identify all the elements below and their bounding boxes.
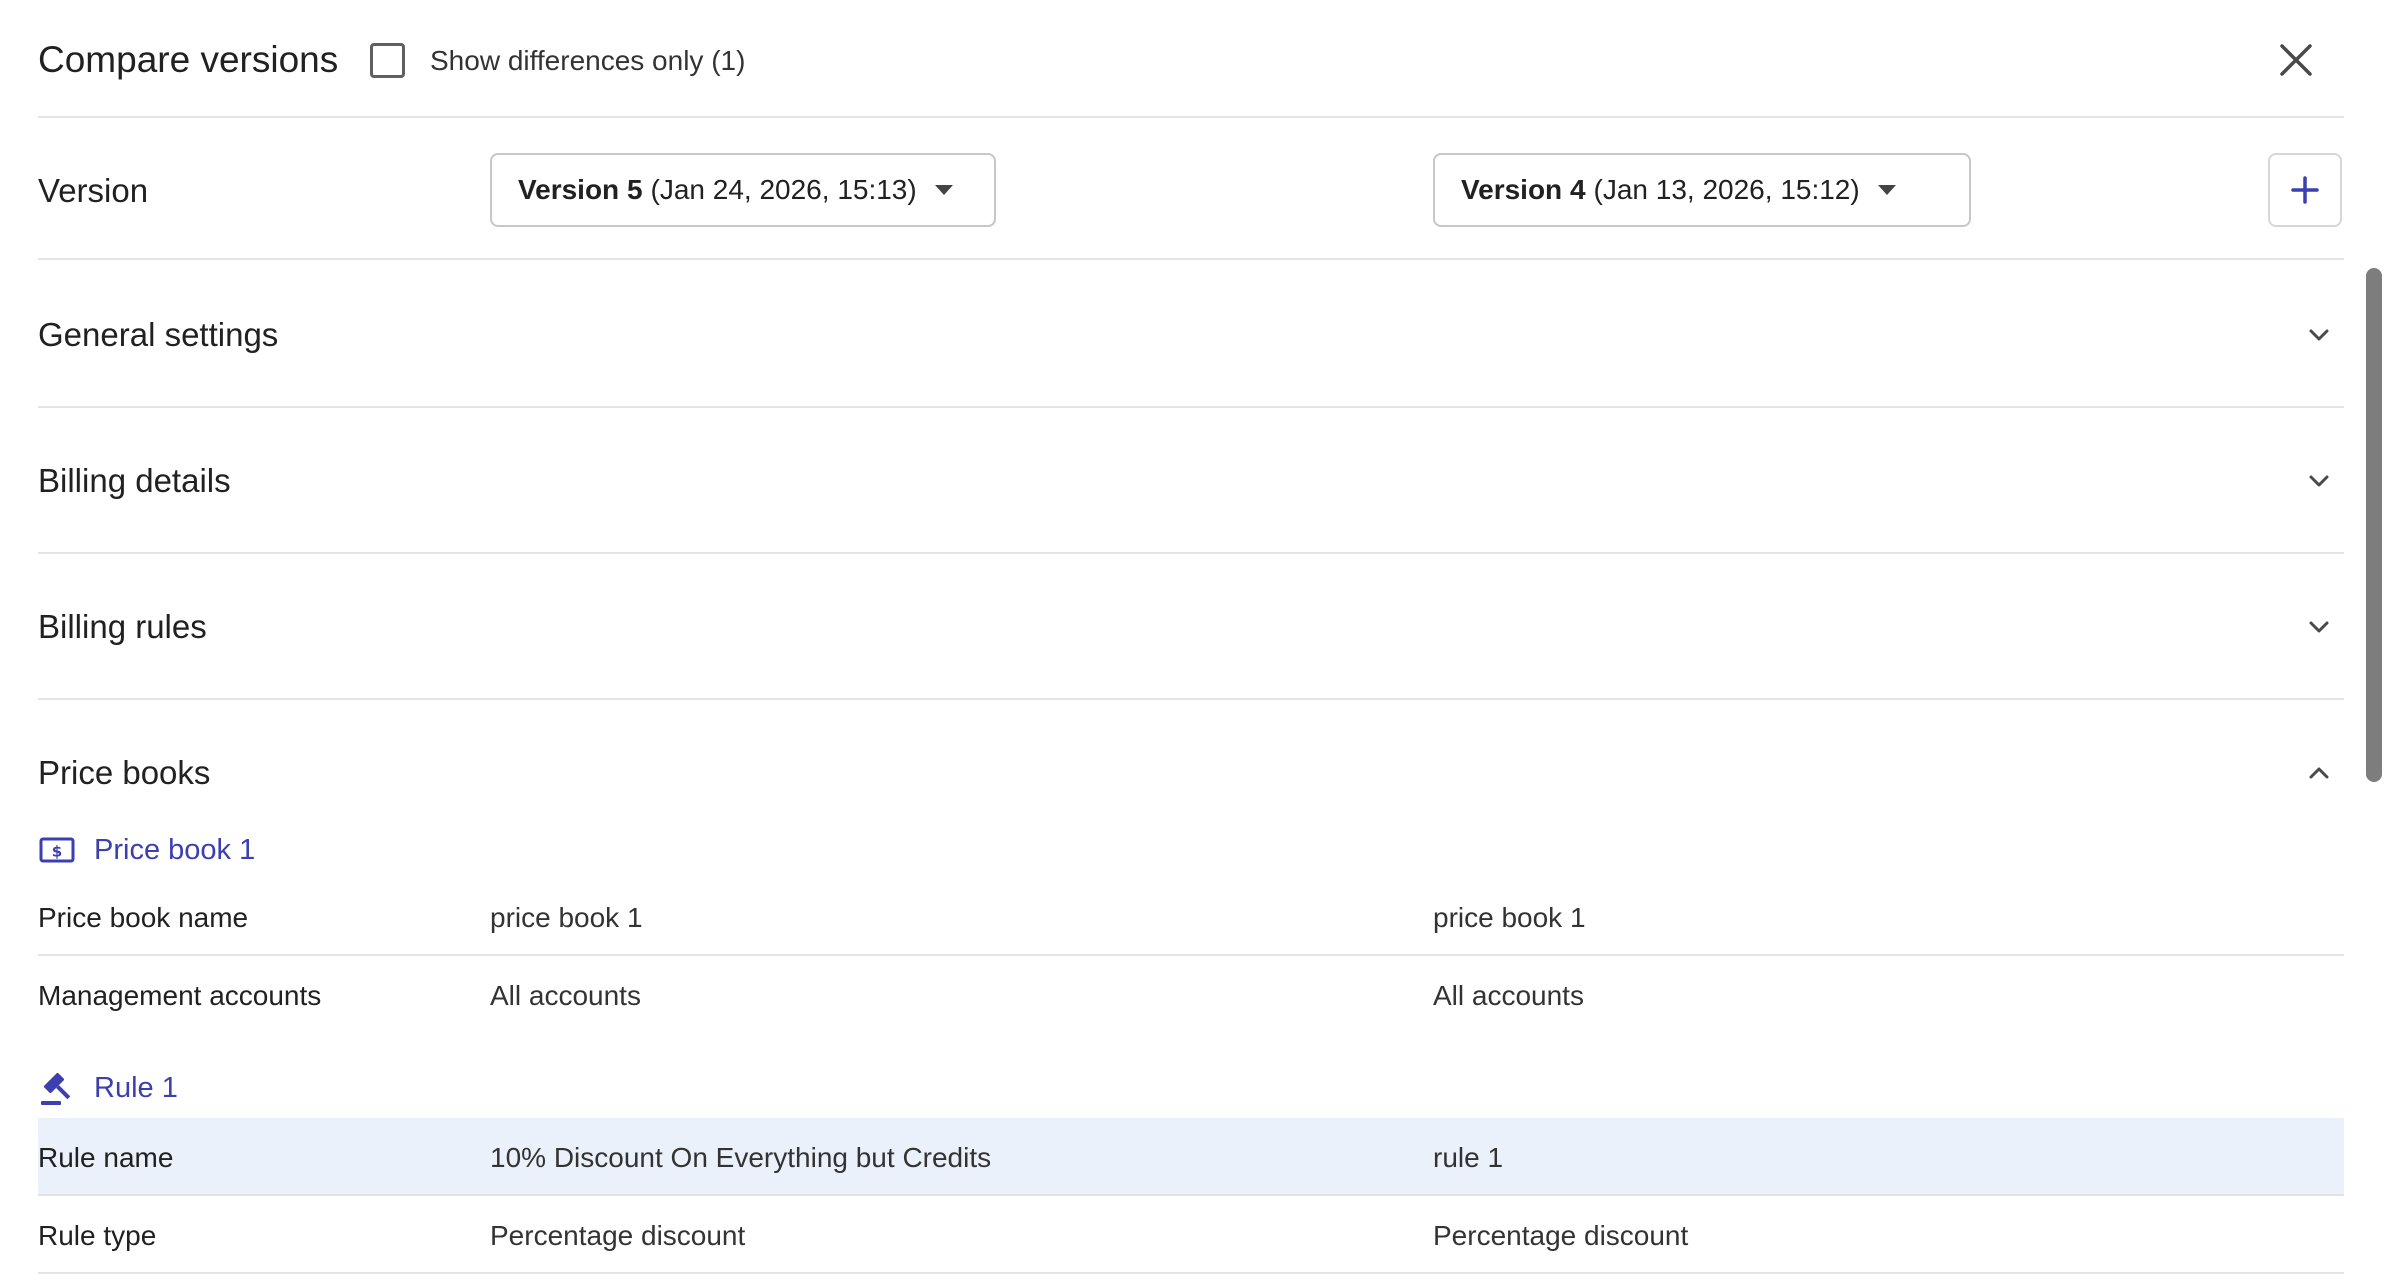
chevron-up-icon[interactable]: [2304, 758, 2334, 788]
row-label: Rule name: [38, 1142, 174, 1173]
gavel-icon: [41, 1073, 71, 1105]
version-select-left-date: (Jan 24, 2026, 15:13): [650, 174, 917, 205]
section-title: Billing rules: [38, 608, 207, 645]
chevron-down-icon: [2309, 475, 2329, 487]
row-label: Management accounts: [38, 980, 322, 1011]
svg-text:$: $: [52, 843, 62, 861]
section-title: Billing details: [38, 462, 231, 499]
table-row: Price book name price book 1 price book …: [38, 878, 2344, 956]
rule-heading[interactable]: Rule 1: [94, 1072, 178, 1105]
show-differences-label[interactable]: Show differences only (1): [430, 43, 745, 79]
row-value-left: 10% Discount On Everything but Credits: [490, 1142, 992, 1173]
panel-title: Compare versions: [38, 39, 339, 80]
table-row: Rule type Percentage discount Percentage…: [38, 1196, 2344, 1274]
chevron-down-icon: [2309, 329, 2329, 341]
plus-icon: [2291, 176, 2319, 204]
row-value-right: rule 1: [1433, 1142, 1504, 1173]
row-value-left: Percentage discount: [490, 1220, 746, 1251]
version-select-right-name: Version 4: [1461, 174, 1586, 205]
version-select-right-date: (Jan 13, 2026, 15:12): [1593, 174, 1860, 205]
compare-versions-panel: Compare versions Show differences only (…: [0, 0, 2388, 1288]
show-differences-checkbox[interactable]: [370, 43, 405, 78]
section-billing-rules[interactable]: Billing rules: [38, 554, 2344, 700]
row-value-right: price book 1: [1433, 902, 1586, 933]
row-value-left: price book 1: [490, 902, 643, 933]
row-label: Price book name: [38, 902, 249, 933]
section-price-books: Price books $ Price book 1 Price book na…: [38, 700, 2344, 1288]
close-icon: [2280, 44, 2312, 76]
table-row: Rule name 10% Discount On Everything but…: [38, 1118, 2344, 1196]
panel-header: Compare versions Show differences only (…: [38, 0, 2344, 118]
section-title: Price books: [38, 754, 211, 791]
rule-link[interactable]: Rule 1: [38, 1068, 178, 1108]
close-button[interactable]: [2274, 38, 2318, 82]
add-version-button[interactable]: [2268, 153, 2342, 227]
caret-down-icon: [934, 185, 953, 195]
version-label: Version: [38, 172, 149, 209]
price-book-link[interactable]: $ Price book 1: [38, 830, 255, 870]
chevron-down-icon: [2309, 621, 2329, 633]
version-select-left-name: Version 5: [518, 174, 643, 205]
section-billing-details[interactable]: Billing details: [38, 408, 2344, 554]
row-value-right: All accounts: [1433, 980, 1584, 1011]
version-select-right[interactable]: Version 4 (Jan 13, 2026, 15:12): [1433, 153, 1971, 227]
section-title: General settings: [38, 316, 279, 353]
money-icon: $: [39, 837, 75, 863]
row-label: Rule type: [38, 1220, 157, 1251]
version-select-left[interactable]: Version 5 (Jan 24, 2026, 15:13): [490, 153, 996, 227]
row-value-right: Percentage discount: [1433, 1220, 1689, 1251]
version-row: Version Version 5 (Jan 24, 2026, 15:13) …: [38, 118, 2344, 260]
vertical-scrollbar[interactable]: [2366, 268, 2382, 782]
row-value-left: All accounts: [490, 980, 641, 1011]
section-general-settings[interactable]: General settings: [38, 262, 2344, 408]
price-book-heading[interactable]: Price book 1: [94, 834, 255, 867]
caret-down-icon: [1877, 185, 1896, 195]
table-row: Management accounts All accounts All acc…: [38, 956, 2344, 1034]
